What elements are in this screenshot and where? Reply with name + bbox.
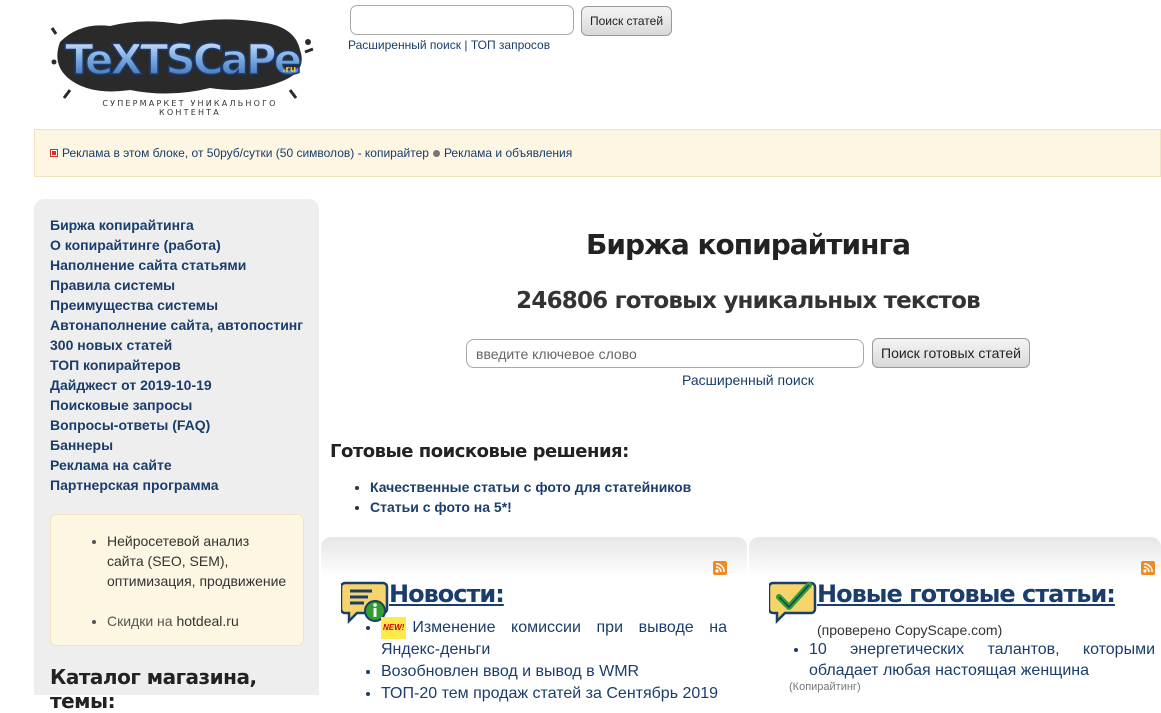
main-search-button[interactable]: Поиск готовых статей [872,338,1030,368]
rss-icon[interactable] [1141,561,1155,575]
news-link[interactable]: Изменение комиссии при выводе на Яндекс-… [381,619,727,658]
solution-link[interactable]: Статьи с фото на 5*! [370,499,512,515]
svg-text:.ru: .ru [282,65,296,75]
sidebar-item: Автонаполнение сайта, автопостинг [50,315,319,335]
top-search-button[interactable]: Поиск статей [581,6,672,36]
sidebar-item-link[interactable]: ТОП копирайтеров [50,357,181,373]
top-queries-link[interactable]: ТОП запросов [471,38,550,52]
top-advanced-search-link[interactable]: Расширенный поиск [348,38,461,52]
sidebar-item-link[interactable]: Поисковые запросы [50,397,192,413]
articles-title[interactable]: Новые готовые статьи: [817,580,1116,608]
sidebar-item-link[interactable]: О копирайтинге (работа) [50,237,221,253]
list-item: Возобновлен ввод и вывод в WMR [381,661,727,683]
promo-item: Скидки на hotdeal.ru [107,611,289,631]
sidebar-item: Преимущества системы [50,295,319,315]
ad-dot-icon [432,149,440,157]
logo-tagline: СУПЕРМАРКЕТ УНИКАЛЬНОГО КОНТЕНТА [102,99,278,117]
ad-bar: Реклама в этом блоке, от 50руб/сутки (50… [34,129,1161,177]
sidebar-item-link[interactable]: Наполнение сайта статьями [50,257,246,273]
promo-hotdeal-link[interactable]: hotdeal.ru [176,613,238,629]
news-link[interactable]: ТОП-20 тем продаж статей за Сентябрь 201… [381,685,718,702]
sidebar-item: Поисковые запросы [50,395,319,415]
sidebar-item: 300 новых статей [50,335,319,355]
promo-seo-link[interactable]: Нейросетевой анализ сайта (SEO, SEM), оп… [107,533,286,589]
solution-link[interactable]: Качественные статьи с фото для статейник… [370,479,691,495]
logo-graphic: TeXTSCaPe .ru [50,19,314,99]
news-title[interactable]: Новости: [389,580,505,608]
page-title: Биржа копирайтинга [586,228,911,261]
sidebar-item-link[interactable]: Реклама на сайте [50,457,172,473]
sidebar-item: ТОП копирайтеров [50,355,319,375]
page-subtitle: 246806 готовых уникальных текстов [516,288,980,314]
list-item: 10 энергетических талантов, которыми обл… [789,639,1155,693]
sidebar-nav: Биржа копирайтинга О копирайтинге (работ… [34,199,319,495]
top-links-separator: | [464,38,468,52]
sidebar-item: Баннеры [50,435,319,455]
ad-square-icon [51,150,57,156]
sidebar-item-link[interactable]: 300 новых статей [50,337,172,353]
new-badge: NEW! [381,617,407,639]
main-advanced-search-link[interactable]: Расширенный поиск [682,372,814,388]
sidebar: Биржа копирайтинга О копирайтинге (работ… [34,199,319,713]
list-item: Статьи с фото на 5*! [370,497,691,517]
article-category: (Копирайтинг) [789,681,861,693]
sidebar-item-link[interactable]: Партнерская программа [50,477,219,493]
sidebar-item-link[interactable]: Преимущества системы [50,297,218,313]
ads-link[interactable]: Реклама и объявления [444,146,572,160]
sidebar-item: Наполнение сайта статьями [50,255,319,275]
main-search-input[interactable] [466,339,864,368]
news-link[interactable]: Возобновлен ввод и вывод в WMR [381,663,639,680]
article-link[interactable]: 10 энергетических талантов, которыми обл… [809,641,1155,679]
top-search-input[interactable] [350,5,574,35]
top-search-links: Расширенный поиск | ТОП запросов [348,38,550,52]
sidebar-item: Правила системы [50,275,319,295]
list-item: ТОП-20 тем продаж статей за Сентябрь 201… [381,683,727,705]
sidebar-item-link[interactable]: Вопросы-ответы (FAQ) [50,417,210,433]
news-list: NEW!Изменение комиссии при выводе на Янд… [361,617,727,705]
catalog-title: Каталог магазина, темы: [50,665,257,713]
articles-list: 10 энергетических талантов, которыми обл… [789,639,1155,693]
news-panel: Новости: NEW!Изменение комиссии при выво… [321,537,747,702]
svg-text:TeXTSCaPe: TeXTSCaPe [65,35,301,84]
list-item: Качественные статьи с фото для статейник… [370,477,691,497]
solutions-title: Готовые поисковые решения: [330,441,629,462]
sidebar-item: Партнерская программа [50,475,319,495]
sidebar-item-link[interactable]: Правила системы [50,277,175,293]
sidebar-item-link[interactable]: Биржа копирайтинга [50,217,194,233]
solutions-list: Качественные статьи с фото для статейник… [330,477,691,517]
promo-item: Нейросетевой анализ сайта (SEO, SEM), оп… [107,531,289,591]
sidebar-item: О копирайтинге (работа) [50,235,319,255]
rss-icon[interactable] [713,561,727,575]
sidebar-item-link[interactable]: Автонаполнение сайта, автопостинг [50,317,303,333]
promo-discount-label: Скидки на [107,613,177,629]
sidebar-promo-box: Нейросетевой анализ сайта (SEO, SEM), оп… [50,514,304,646]
site-logo[interactable]: TeXTSCaPe .ru СУПЕРМАРКЕТ УНИКАЛЬНОГО КО… [50,12,315,117]
list-item: NEW!Изменение комиссии при выводе на Янд… [381,617,727,661]
sidebar-item-link[interactable]: Баннеры [50,437,113,453]
sidebar-item: Реклама на сайте [50,455,319,475]
ad-text-link[interactable]: Реклама в этом блоке, от 50руб/сутки (50… [62,146,429,160]
articles-check-icon [767,577,817,625]
sidebar-item-link[interactable]: Дайджест от 2019-10-19 [50,377,212,393]
copyscape-note: (проверено CopyScape.com) [817,622,1003,638]
sidebar-item: Вопросы-ответы (FAQ) [50,415,319,435]
sidebar-item: Биржа копирайтинга [50,215,319,235]
sidebar-item: Дайджест от 2019-10-19 [50,375,319,395]
articles-panel: Новые готовые статьи: (проверено CopySca… [749,537,1161,697]
